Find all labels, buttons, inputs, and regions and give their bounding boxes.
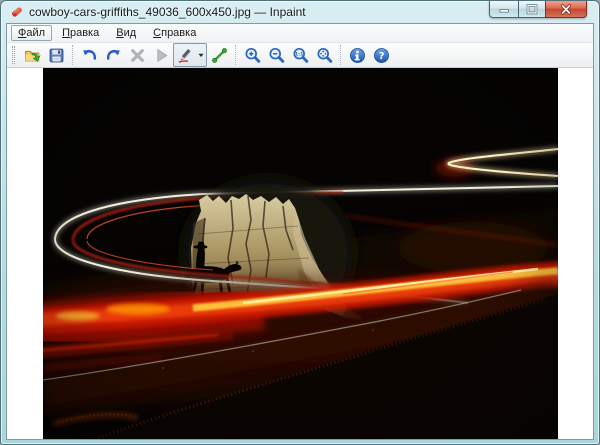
info-button[interactable] — [345, 43, 369, 67]
toolbar — [7, 42, 593, 68]
zoom-in-icon — [244, 47, 261, 64]
cancel-button — [125, 43, 149, 67]
zoom-in-button[interactable] — [240, 43, 264, 67]
save-icon — [48, 47, 65, 64]
marker-dropdown[interactable] — [196, 43, 207, 67]
zoom-fit-button[interactable] — [312, 43, 336, 67]
redo-icon — [105, 47, 122, 64]
zoom-actual-icon — [292, 47, 309, 64]
help-icon — [373, 47, 390, 64]
minimize-icon — [499, 4, 510, 14]
menubar: Файл Правка Вид Справка — [7, 24, 593, 42]
line-icon — [211, 47, 228, 64]
cancel-icon — [129, 47, 146, 64]
maximize-icon — [526, 4, 538, 15]
minimize-button[interactable] — [489, 1, 518, 18]
line-button[interactable] — [207, 43, 231, 67]
titlebar[interactable]: cowboy-cars-griffiths_49036_600x450.jpg … — [1, 1, 599, 23]
window-title: cowboy-cars-griffiths_49036_600x450.jpg … — [29, 5, 306, 19]
run-icon — [153, 47, 170, 64]
menu-edit[interactable]: Правка — [55, 25, 106, 41]
zoom-fit-icon — [316, 47, 333, 64]
info-icon — [349, 47, 366, 64]
close-icon — [560, 4, 572, 15]
app-icon — [10, 5, 24, 19]
app-frame: Файл Правка Вид Справка — [6, 23, 594, 440]
menu-file[interactable]: Файл — [11, 25, 52, 41]
toolbar-separator — [72, 45, 73, 65]
zoom-out-icon — [268, 47, 285, 64]
close-button[interactable] — [545, 1, 587, 18]
redo-button[interactable] — [101, 43, 125, 67]
photo-image — [43, 68, 558, 439]
window-controls — [489, 1, 587, 18]
marker-button[interactable] — [173, 43, 197, 67]
save-button[interactable] — [44, 43, 68, 67]
marker-icon — [177, 47, 194, 64]
zoom-out-button[interactable] — [264, 43, 288, 67]
inpaint-window: cowboy-cars-griffiths_49036_600x450.jpg … — [0, 0, 600, 445]
run-button — [149, 43, 173, 67]
toolbar-separator — [235, 45, 236, 65]
toolbar-separator — [340, 45, 341, 65]
photo-canvas[interactable] — [43, 68, 558, 439]
client-area — [7, 68, 593, 439]
maximize-button[interactable] — [518, 1, 545, 18]
menu-view[interactable]: Вид — [109, 25, 143, 41]
undo-icon — [81, 47, 98, 64]
menu-help[interactable]: Справка — [146, 25, 203, 41]
help-button[interactable] — [369, 43, 393, 67]
undo-button[interactable] — [77, 43, 101, 67]
open-icon — [24, 47, 41, 64]
toolbar-grip[interactable] — [12, 46, 15, 64]
open-button[interactable] — [20, 43, 44, 67]
zoom-actual-button[interactable] — [288, 43, 312, 67]
chevron-down-icon — [197, 51, 205, 59]
